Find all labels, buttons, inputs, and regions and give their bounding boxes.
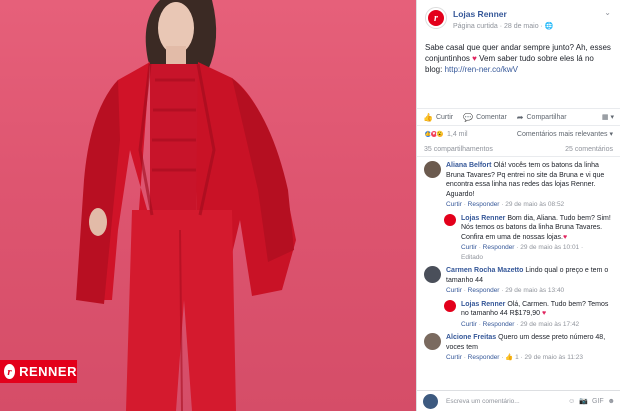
commenter-name[interactable]: Aliana Belfort: [446, 162, 492, 169]
gif-icon[interactable]: GIF: [592, 398, 604, 405]
commenter-avatar[interactable]: [424, 333, 441, 350]
comment-label: Comentar: [476, 113, 507, 121]
user-avatar: [423, 393, 438, 409]
commenter-name[interactable]: Carmen Rocha Mazetto: [446, 267, 523, 274]
comments-count[interactable]: 25 comentários: [565, 146, 613, 153]
comment-like-link[interactable]: Curtir: [446, 287, 462, 294]
page-name-link[interactable]: Lojas Renner: [453, 9, 554, 19]
commenter-name[interactable]: Alcione Freitas: [446, 334, 496, 341]
shares-count[interactable]: 35 compartilhamentos: [424, 146, 493, 153]
comment-reply-link[interactable]: Responder: [468, 287, 500, 294]
emoji-icon[interactable]: ☺: [568, 398, 575, 405]
commenter-avatar[interactable]: [424, 266, 441, 283]
reactions-count[interactable]: 1,4 mil: [447, 131, 468, 138]
comment-item: Alcione Freitas Quero um desse preto núm…: [424, 333, 613, 363]
comment-button[interactable]: 💬 Comentar: [463, 113, 507, 122]
comment-time: · 👍 1 · 29 de maio às 11:23: [501, 354, 583, 361]
reply-reply-link[interactable]: Responder: [483, 244, 515, 251]
reply-reply-link[interactable]: Responder: [483, 321, 515, 328]
post-side-panel: r Lojas Renner Página curtida · 28 de ma…: [416, 0, 620, 411]
renner-logo-text: RENNER: [19, 364, 77, 379]
reply-like-link[interactable]: Curtir: [461, 244, 477, 251]
renner-logo-icon: r: [4, 364, 16, 379]
post-action-bar: 👍 Curtir 💬 Comentar ➦ Compartilhar ▦ ▾: [417, 108, 620, 126]
comment-filter-dropdown[interactable]: Comentários mais relevantes ▾: [517, 130, 613, 138]
reply-like-link[interactable]: Curtir: [461, 321, 477, 328]
renner-logo-icon: r: [428, 10, 444, 26]
post-meta: Página curtida · 28 de maio · 🌐: [453, 23, 554, 30]
share-label: Compartilhar: [526, 113, 567, 121]
comment-composer: Escreva um comentário... ☺ 📷 GIF ☻: [417, 390, 620, 411]
comment-item: Aliana Belfort Olá! vocês tem os batons …: [424, 161, 613, 210]
comment-time: · 29 de maio às 08:52: [501, 201, 565, 208]
comments-list: Aliana Belfort Olá! vocês tem os batons …: [417, 161, 620, 363]
comment-time: · 29 de maio às 13:40: [501, 287, 565, 294]
page-avatar[interactable]: r: [425, 7, 447, 29]
commenter-avatar[interactable]: [424, 161, 441, 178]
reply-author-name[interactable]: Lojas Renner: [461, 301, 505, 308]
like-label: Curtir: [435, 113, 454, 121]
comment-input[interactable]: Escreva um comentário...: [446, 398, 564, 405]
heart-icon: ♥: [562, 233, 568, 241]
wow-reaction-icon: 😮: [436, 130, 444, 138]
share-icon: ➦: [516, 112, 524, 122]
post-viewer: r RENNER r Lojas Renner Página curtida ·…: [0, 0, 620, 411]
chevron-down-icon[interactable]: ⌄: [604, 8, 611, 17]
post-stats: 35 compartilhamentos 25 comentários: [417, 142, 620, 157]
blog-link[interactable]: http://ren-ner.co/kwV: [445, 65, 518, 74]
comment-item: Carmen Rocha Mazetto Lindo qual o preço …: [424, 266, 613, 296]
thumbs-up-icon: 👍: [423, 112, 433, 122]
share-button[interactable]: ➦ Compartilhar: [517, 113, 567, 122]
renner-reply-avatar[interactable]: [444, 213, 456, 226]
reply-item: Lojas Renner Olá, Carmen. Tudo bem? Temo…: [444, 299, 613, 330]
post-photo[interactable]: r RENNER: [0, 0, 416, 411]
comment-like-link[interactable]: Curtir: [446, 201, 462, 208]
heart-icon: ♥: [541, 310, 547, 317]
post-header: r Lojas Renner Página curtida · 28 de ma…: [417, 0, 620, 40]
post-text: Sabe casal que quer andar sempre junto? …: [417, 40, 620, 108]
like-button[interactable]: 👍 Curtir: [423, 113, 453, 122]
comment-like-link[interactable]: Curtir: [446, 354, 462, 361]
audience-selector[interactable]: ▦ ▾: [602, 113, 614, 121]
camera-icon[interactable]: 📷: [579, 397, 588, 405]
comment-icon: 💬: [463, 112, 474, 122]
comment-reply-link[interactable]: Responder: [468, 201, 500, 208]
reply-time: · 29 de maio às 17:42: [516, 320, 580, 328]
edited-label[interactable]: Editado: [461, 254, 483, 261]
reply-time: · 29 de maio às 10:01 ·: [516, 244, 584, 251]
reply-item: Lojas Renner Bom dia, Aliana. Tudo bem? …: [444, 213, 613, 263]
renner-reply-avatar[interactable]: [444, 299, 456, 312]
renner-logo-badge: r RENNER: [0, 360, 77, 383]
comment-reply-link[interactable]: Responder: [468, 354, 500, 361]
reply-author-name[interactable]: Lojas Renner: [461, 215, 505, 222]
reactions-row: 👍 ♥ 😮 1,4 mil Comentários mais relevante…: [417, 126, 620, 142]
model-red-suit-image: [76, 0, 296, 411]
sticker-icon[interactable]: ☻: [608, 398, 615, 405]
